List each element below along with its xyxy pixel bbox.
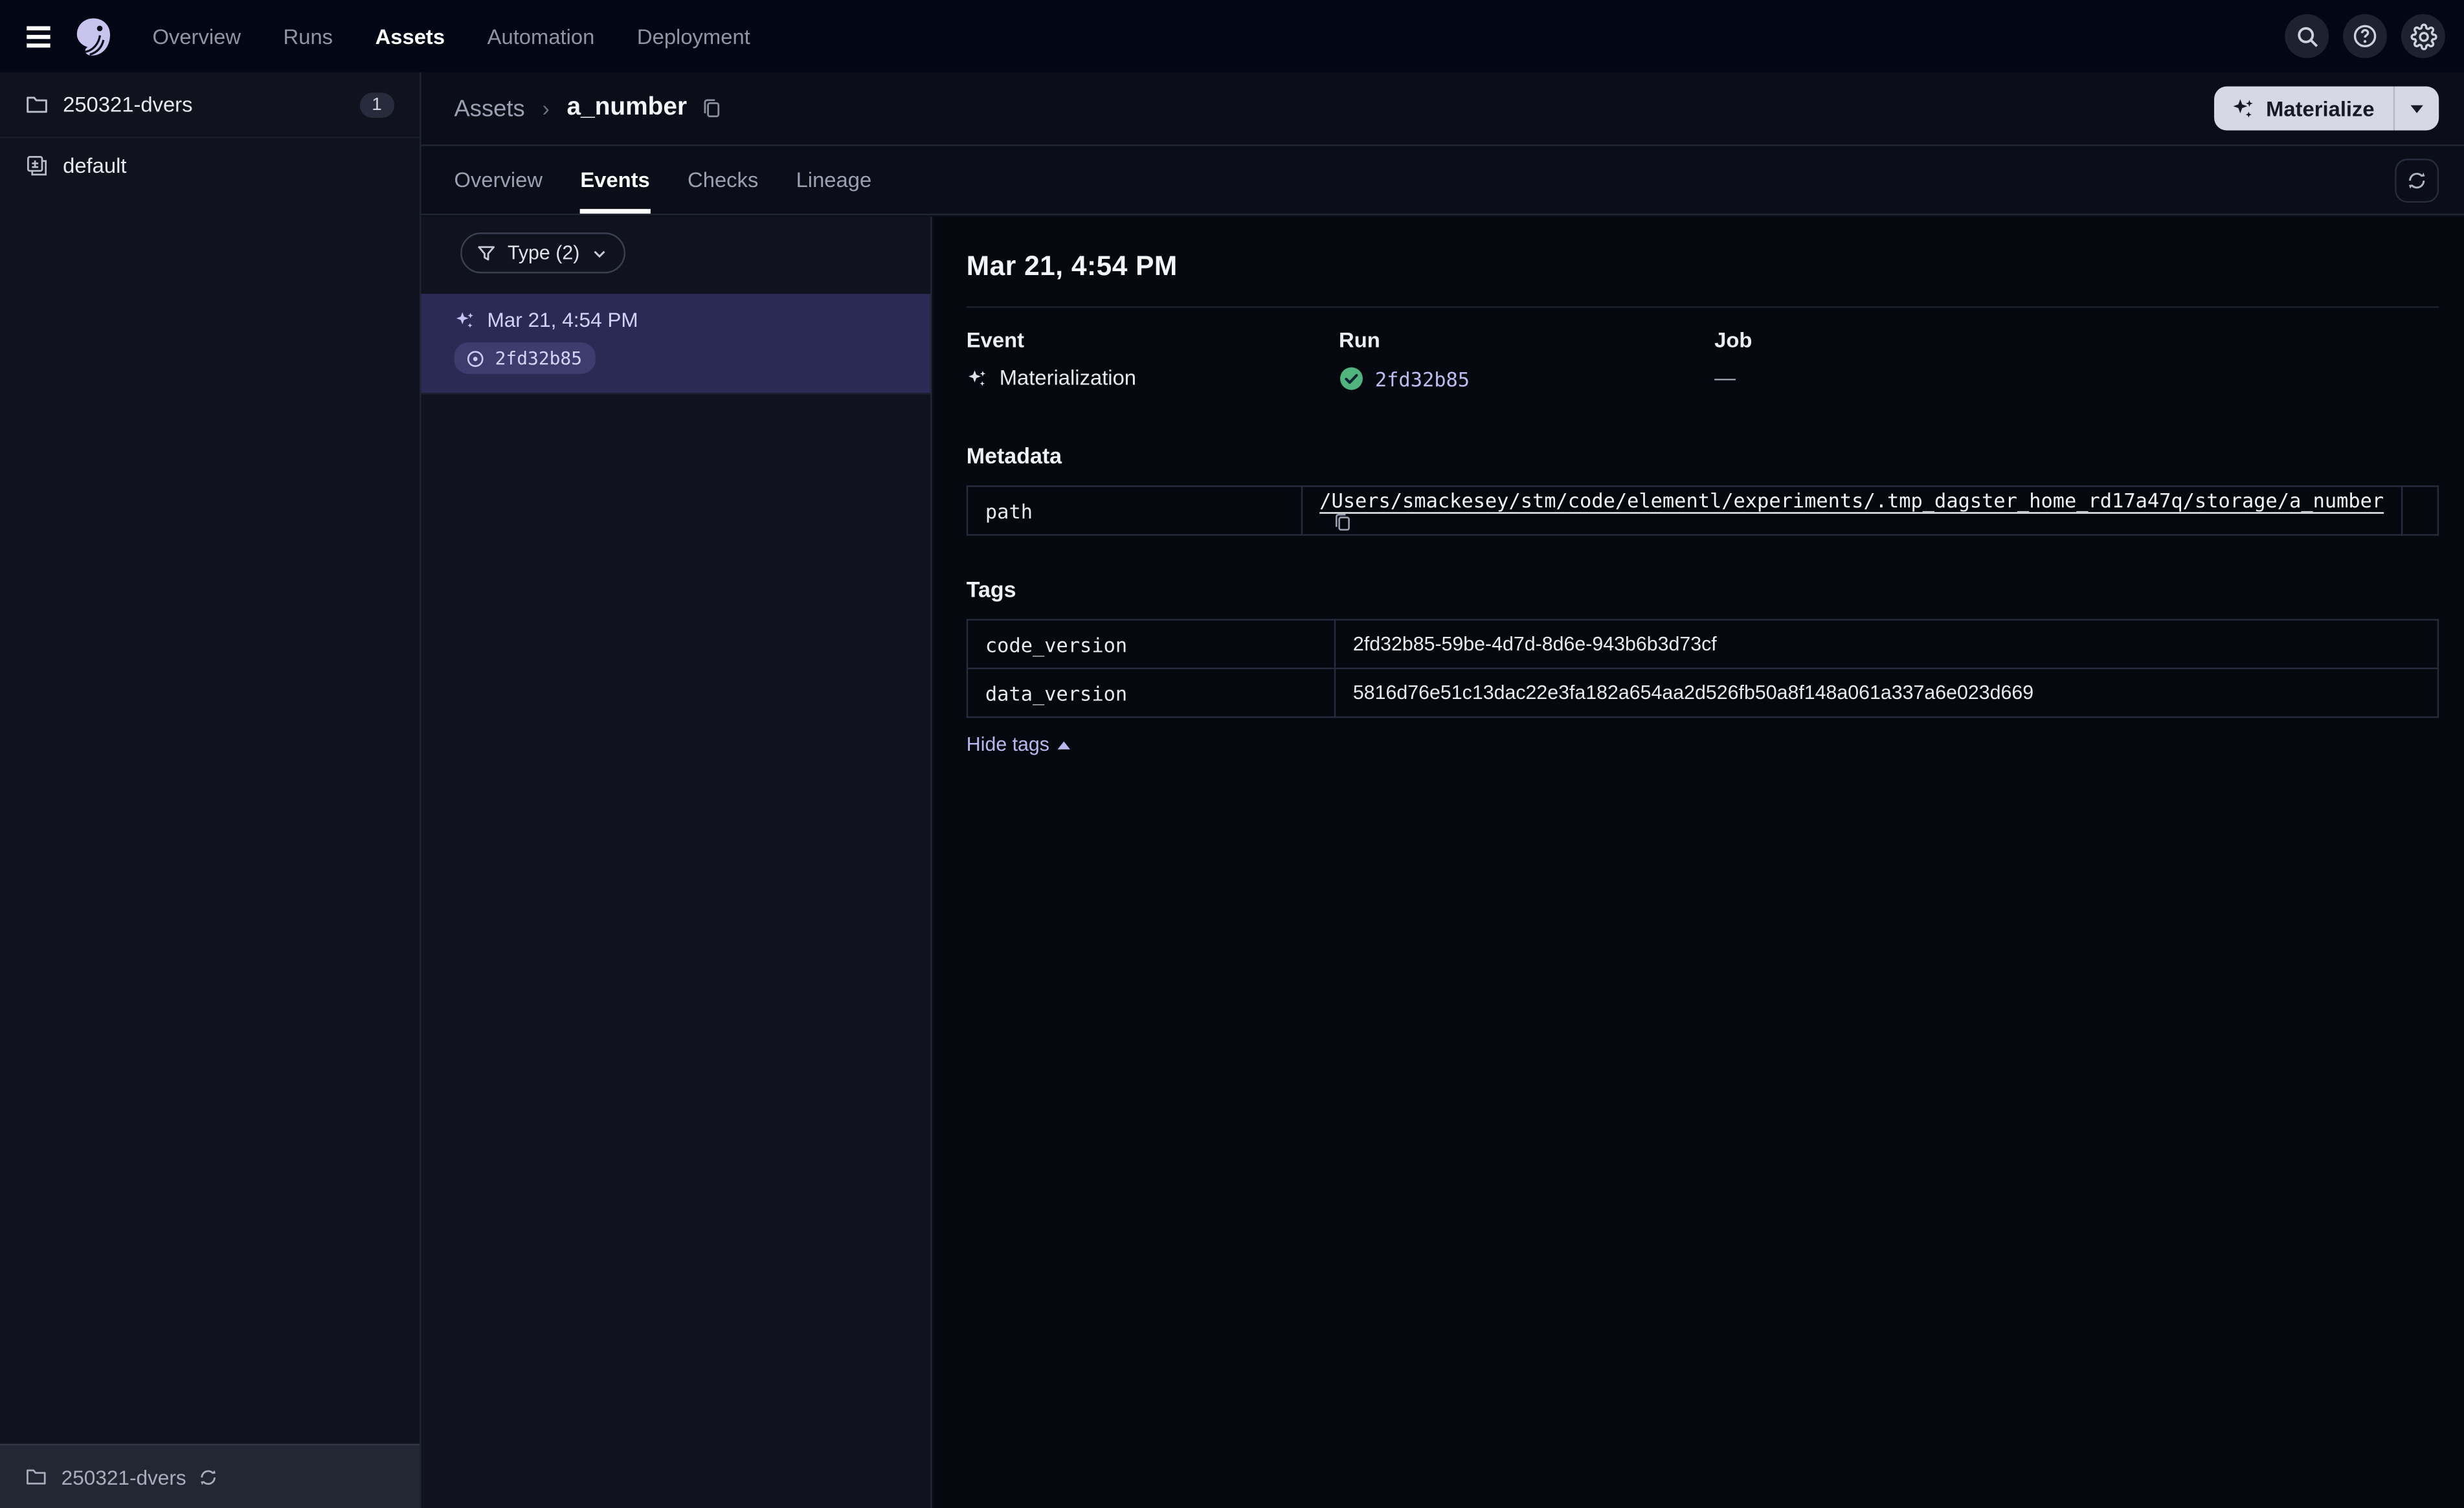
- copy-path-icon[interactable]: [1332, 511, 1353, 532]
- metadata-value-cell: /Users/smackesey/stm/code/elementl/exper…: [1301, 485, 2403, 536]
- settings-button[interactable]: [2401, 14, 2445, 58]
- job-column-label: Job: [1714, 328, 1753, 352]
- folder-icon: [25, 1466, 47, 1488]
- search-icon: [2295, 25, 2318, 48]
- sidebar-group-row[interactable]: 250321-dvers 1: [0, 72, 420, 139]
- asset-tabs: Overview Events Checks Lineage: [454, 146, 871, 214]
- main-nav: Overview Runs Assets Automation Deployme…: [152, 25, 750, 48]
- tab-lineage[interactable]: Lineage: [796, 146, 872, 214]
- tag-value: 2fd32b85-59be-4d7d-8d6e-943b6b3d73cf: [1334, 619, 2439, 670]
- nav-item-runs[interactable]: Runs: [284, 25, 333, 48]
- run-value: 2fd32b85: [1339, 366, 1714, 392]
- top-nav-actions: [2285, 14, 2445, 58]
- event-summary-columns: Event Materialization Run 2fd32b85 Job —: [967, 328, 2439, 391]
- materialize-sparkle-icon: [2232, 96, 2255, 120]
- filter-funnel-icon: [476, 243, 497, 263]
- table-row: path /Users/smackesey/stm/code/elementl/…: [966, 485, 2439, 536]
- event-item-header: Mar 21, 4:54 PM: [454, 308, 897, 331]
- events-list-panel: Type (2) Mar 21, 4:54 PM 2fd32b85: [421, 216, 932, 1508]
- metadata-action-cell[interactable]: [2401, 485, 2439, 536]
- tag-value: 5816d76e51c13dac22e3fa182a654aa2d526fb50…: [1334, 667, 2439, 718]
- copy-asset-name-icon[interactable]: [701, 97, 723, 119]
- tab-overview[interactable]: Overview: [454, 146, 543, 214]
- chevron-up-icon: [1057, 740, 1070, 749]
- asset-header: Assets › a_number Materialize: [421, 72, 2464, 146]
- app-window: Overview Runs Assets Automation Deployme…: [0, 0, 2464, 1508]
- materialize-button[interactable]: Materialize: [2213, 86, 2439, 131]
- materialize-dropdown-button[interactable]: [2395, 104, 2439, 113]
- sidebar-footer: 250321-dvers: [0, 1443, 420, 1508]
- reload-definitions-icon[interactable]: [197, 1467, 218, 1487]
- help-button[interactable]: [2343, 14, 2388, 58]
- run-success-icon: [1339, 366, 1364, 392]
- materialization-sparkle-icon: [967, 367, 989, 389]
- run-column-label: Run: [1339, 328, 1380, 352]
- event-type-label: Materialization: [999, 366, 1137, 390]
- job-column: Job —: [1714, 328, 2439, 391]
- event-item-run-badge[interactable]: 2fd32b85: [454, 342, 596, 374]
- dagster-logo-icon[interactable]: [73, 15, 115, 58]
- sidebar-item-label: default: [63, 153, 127, 177]
- event-list-item-selected[interactable]: Mar 21, 4:54 PM 2fd32b85: [421, 293, 930, 394]
- chevron-down-icon: [2410, 104, 2423, 113]
- tab-events[interactable]: Events: [580, 146, 651, 214]
- metadata-heading: Metadata: [966, 443, 1062, 469]
- events-filter-row: Type (2): [421, 217, 930, 289]
- type-filter-label: Type (2): [508, 241, 580, 264]
- metadata-key: path: [966, 485, 1303, 536]
- gear-icon: [2410, 23, 2437, 50]
- help-icon: [2353, 23, 2378, 49]
- sidebar-footer-label: 250321-dvers: [61, 1465, 186, 1489]
- tags-table: code_version 2fd32b85-59be-4d7d-8d6e-943…: [966, 619, 2439, 718]
- asset-tabs-row: Overview Events Checks Lineage: [421, 146, 2464, 216]
- chevron-down-icon: [590, 244, 608, 261]
- event-type-value: Materialization: [967, 366, 1339, 390]
- run-id-link[interactable]: 2fd32b85: [1375, 367, 1470, 390]
- event-item-run-id: 2fd32b85: [495, 347, 583, 370]
- tab-checks[interactable]: Checks: [688, 146, 758, 214]
- event-column-label: Event: [966, 328, 1025, 352]
- job-value: —: [1714, 366, 1736, 390]
- materialize-button-label: Materialize: [2266, 96, 2375, 120]
- folder-icon: [25, 93, 49, 116]
- detail-divider: [966, 306, 2439, 308]
- search-button[interactable]: [2285, 14, 2329, 58]
- run-column: Run 2fd32b85: [1339, 328, 1714, 391]
- main-content: Assets › a_number Materialize Overview E…: [421, 72, 2464, 1508]
- event-detail-panel: Mar 21, 4:54 PM Event Materialization Ru…: [933, 216, 2464, 1508]
- nav-item-assets[interactable]: Assets: [375, 25, 445, 48]
- tags-heading: Tags: [966, 576, 1016, 602]
- top-nav: Overview Runs Assets Automation Deployme…: [0, 0, 2464, 72]
- materialization-sparkle-icon: [454, 309, 476, 331]
- event-column: Event Materialization: [967, 328, 1339, 391]
- nav-item-overview[interactable]: Overview: [152, 25, 241, 48]
- refresh-button[interactable]: [2395, 157, 2439, 202]
- sidebar-item-default[interactable]: default: [0, 139, 420, 192]
- sidebar-group-label: 250321-dvers: [63, 93, 193, 116]
- asset-sidebar: 250321-dvers 1 default 250321-dvers: [0, 72, 421, 1508]
- hamburger-menu-icon[interactable]: [14, 12, 62, 60]
- table-row: code_version 2fd32b85-59be-4d7d-8d6e-943…: [966, 619, 2439, 670]
- type-filter-button[interactable]: Type (2): [460, 232, 625, 274]
- breadcrumb-assets-link[interactable]: Assets: [454, 95, 524, 122]
- breadcrumb-separator: ›: [542, 96, 550, 121]
- metadata-path-link[interactable]: /Users/smackesey/stm/code/elementl/exper…: [1319, 488, 2384, 511]
- refresh-icon: [2406, 169, 2428, 191]
- hide-tags-link[interactable]: Hide tags: [967, 734, 1070, 756]
- hide-tags-label: Hide tags: [966, 733, 1049, 756]
- run-target-icon: [465, 348, 486, 369]
- table-row: data_version 5816d76e51c13dac22e3fa182a6…: [966, 667, 2439, 718]
- asset-group-icon: [25, 153, 49, 177]
- event-detail-title: Mar 21, 4:54 PM: [966, 249, 1178, 282]
- nav-item-automation[interactable]: Automation: [487, 25, 595, 48]
- tag-key: data_version: [966, 667, 1336, 718]
- nav-item-deployment[interactable]: Deployment: [637, 25, 750, 48]
- sidebar-group-count-badge: 1: [359, 91, 395, 117]
- page-title: a_number: [566, 94, 688, 121]
- metadata-table: path /Users/smackesey/stm/code/elementl/…: [966, 485, 2439, 536]
- event-item-timestamp: Mar 21, 4:54 PM: [487, 307, 638, 332]
- tag-key: code_version: [966, 619, 1336, 670]
- materialize-button-main[interactable]: Materialize: [2214, 96, 2393, 120]
